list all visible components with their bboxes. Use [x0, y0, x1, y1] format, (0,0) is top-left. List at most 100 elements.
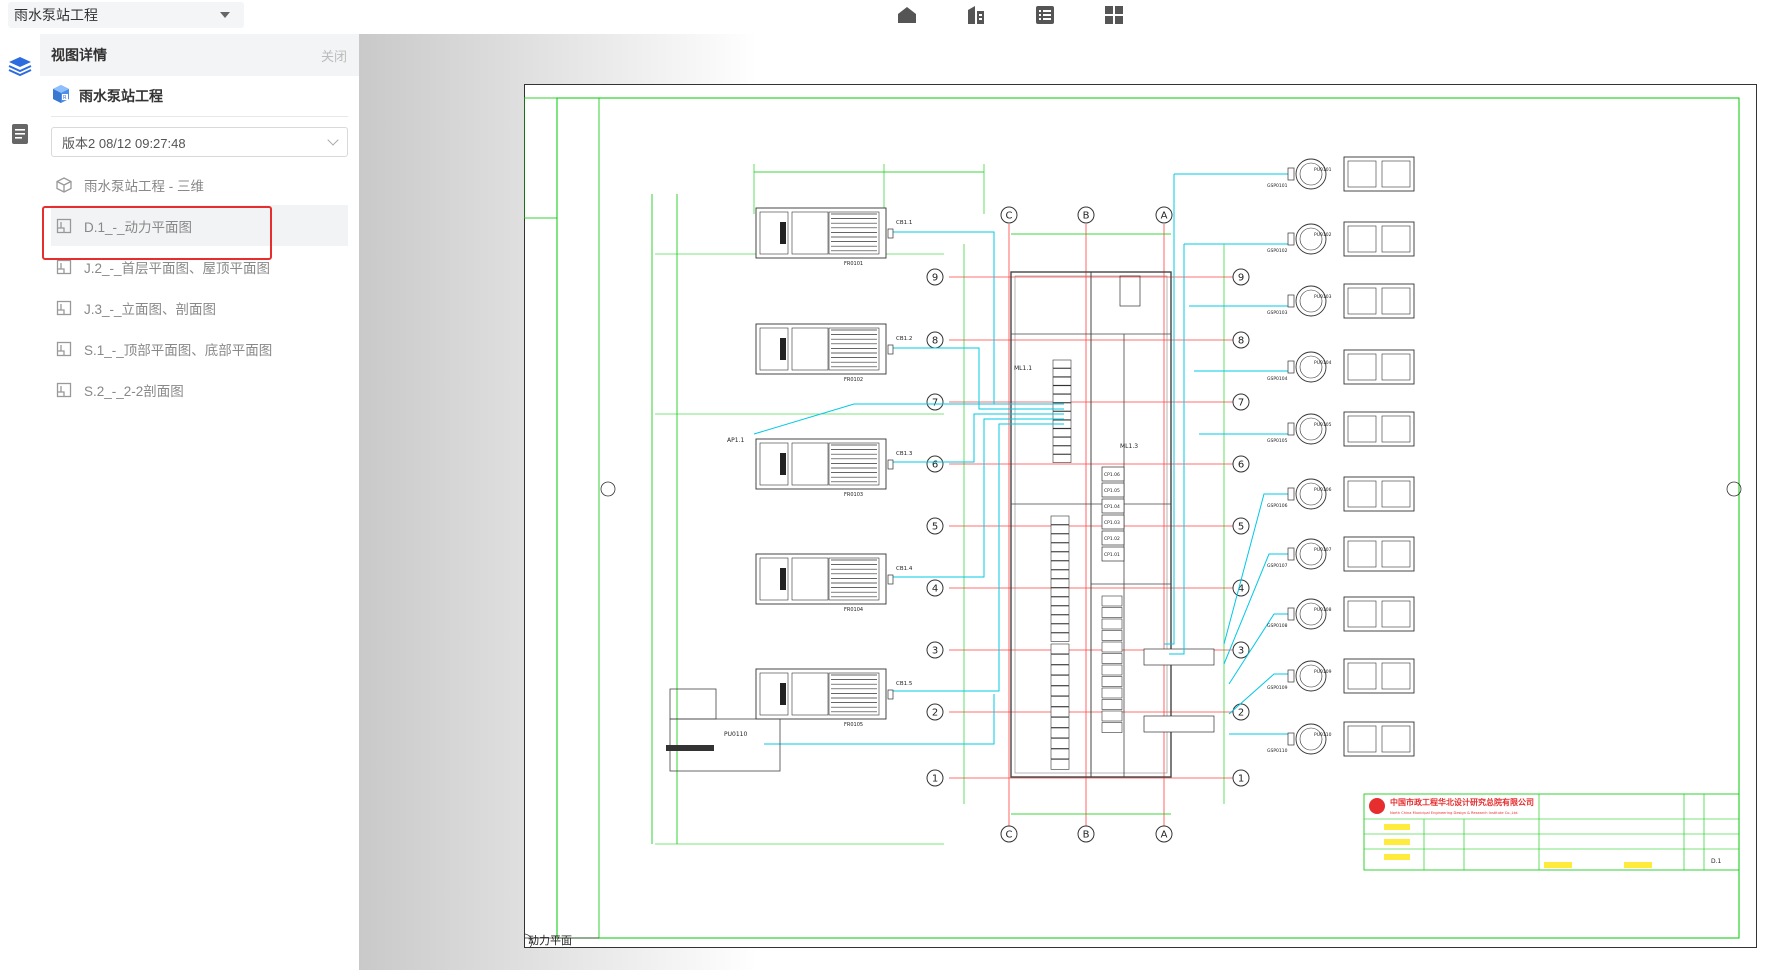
- grid-icon[interactable]: [1102, 3, 1126, 27]
- fan-motor: [780, 568, 786, 590]
- title-block: 中国市政工程华北设计研究总院有限公司 North China Municipal…: [1363, 793, 1740, 871]
- close-button[interactable]: 关闭: [321, 46, 347, 65]
- cabinet-unit: [1101, 676, 1123, 687]
- fan-motor: [780, 453, 786, 475]
- view-item-j2[interactable]: J.2_-_首层平面图、屋顶平面图: [51, 246, 348, 287]
- fan-switch: [887, 459, 894, 470]
- view-item-j3[interactable]: J.3_-_立面图、剖面图: [51, 287, 348, 328]
- cabinet-unit: [1050, 533, 1070, 543]
- cabinet-unit: [1050, 727, 1070, 739]
- project-row: R 雨水泵站工程: [51, 76, 348, 117]
- cabinet-unit: [1101, 710, 1123, 722]
- drawing-viewer[interactable]: 998877665544332211 CCBBAA CP1.06 CP1.05 CP…: [359, 34, 1782, 970]
- cube-icon: [54, 175, 74, 195]
- chevron-down-icon: [327, 134, 339, 146]
- cabinet-unit: [1050, 578, 1070, 588]
- grid-row-label: 4: [932, 584, 938, 595]
- project-select-value: 雨水泵站工程: [14, 7, 98, 23]
- cabinet-unit: [1101, 722, 1123, 733]
- pump-outer: [1295, 723, 1327, 755]
- pump-tag: PU0107: [1314, 547, 1332, 553]
- cabinet-unit: [1050, 738, 1070, 749]
- grid-row-label: 2: [932, 708, 938, 719]
- grid-column-label: B: [1083, 830, 1090, 841]
- misc-label: AP1.1: [727, 437, 744, 444]
- pump-tank: [1343, 156, 1415, 192]
- pump-box-tag: GSP0102: [1267, 248, 1288, 254]
- cabinet-unit: [1050, 515, 1070, 525]
- grid-row-label: 8: [1238, 336, 1244, 347]
- title-block-company-en: North China Municipal Engineering Design…: [1390, 811, 1519, 815]
- pump-control-box: [1287, 607, 1295, 621]
- cabinet-unit: [1052, 445, 1072, 455]
- pump-tag: PU0104: [1314, 360, 1332, 366]
- pump-tag: PU0105: [1314, 422, 1332, 428]
- pump-outer: [1295, 538, 1327, 570]
- panel-header: 视图详情 关闭: [40, 34, 359, 76]
- drawing-sheet-icon: [54, 339, 74, 359]
- fan-motor: [780, 222, 786, 244]
- pump-tank: [1343, 411, 1415, 447]
- version-value: 版本2 08/12 09:27:48: [62, 135, 186, 151]
- cabinet-unit: [1050, 551, 1070, 561]
- project-select[interactable]: 雨水泵站工程: [8, 2, 244, 28]
- cabinet-unit: [1050, 717, 1070, 728]
- layers-icon[interactable]: [7, 54, 33, 80]
- control-panel-tag: CP1.01: [1104, 552, 1120, 558]
- grid-row-label: 7: [1238, 398, 1244, 409]
- panel-title: 视图详情: [51, 47, 107, 63]
- project-cube-icon: R: [51, 84, 71, 109]
- view-item-s1[interactable]: S.1_-_顶部平面图、底部平面图: [51, 328, 348, 369]
- grid-row-label: 9: [932, 273, 938, 284]
- grid-row-label: 6: [1238, 460, 1244, 471]
- building-icon[interactable]: [964, 3, 988, 27]
- pump-box-tag: GSP0108: [1267, 623, 1288, 629]
- cabinet-unit: [1101, 699, 1123, 710]
- title-block-company: 中国市政工程华北设计研究总院有限公司: [1390, 797, 1534, 807]
- view-item-3d[interactable]: 雨水泵站工程 - 三维: [51, 164, 348, 205]
- pump-outer: [1295, 413, 1327, 445]
- fan-tag: FR0102: [844, 377, 863, 383]
- cabinet-unit: [1050, 685, 1070, 697]
- pump-box-tag: GSP0101: [1267, 183, 1288, 189]
- grid-row-label: 8: [932, 336, 938, 347]
- pump-control-box: [1287, 422, 1295, 436]
- cabinet-unit: [1050, 587, 1070, 597]
- drawing-sheet-icon: [54, 257, 74, 277]
- pump-tag: PU0102: [1314, 232, 1332, 238]
- pump-box-tag: GSP0104: [1267, 376, 1288, 382]
- drawing-sheet-icon: [54, 380, 74, 400]
- fan-label: CB1.5: [896, 681, 913, 687]
- version-select[interactable]: 版本2 08/12 09:27:48: [51, 127, 348, 157]
- grid-row-label: 1: [1238, 774, 1244, 785]
- grid-row-label: 5: [1238, 522, 1244, 533]
- misc-label: PU0110: [724, 731, 747, 738]
- pump-control-box: [1287, 732, 1295, 746]
- pump-tag: PU0103: [1314, 294, 1332, 300]
- list-icon[interactable]: [1033, 3, 1057, 27]
- fan-switch: [887, 689, 894, 700]
- grid-row-label: 7: [932, 398, 938, 409]
- view-item-d1[interactable]: D.1_-_动力平面图: [51, 205, 348, 246]
- drawing-sheet[interactable]: 998877665544332211 CCBBAA CP1.06 CP1.05 CP…: [524, 84, 1757, 948]
- cable-note-box: [1143, 715, 1215, 733]
- caret-down-icon: [220, 12, 230, 18]
- cabinet-unit: [1101, 618, 1123, 630]
- view-item-label: S.1_-_顶部平面图、底部平面图: [84, 342, 273, 358]
- grid-row-label: 3: [932, 646, 938, 657]
- pump-tag: PU0101: [1314, 167, 1332, 173]
- view-details-panel: 视图详情 关闭 R 雨水泵站工程 版本2 08/12 09:27:48 雨水泵站…: [40, 34, 359, 970]
- cabinet-unit: [1101, 687, 1123, 699]
- pump-control-box: [1287, 167, 1295, 181]
- grid-row-label: 1: [932, 774, 938, 785]
- title-block-sheet-no: D.1: [1711, 858, 1722, 865]
- pump-tag: PU0108: [1314, 607, 1332, 613]
- pump-control-box: [1287, 487, 1295, 501]
- view-item-s2[interactable]: S.2_-_2-2剖面图: [51, 369, 348, 410]
- fan-switch: [887, 574, 894, 585]
- document-icon[interactable]: [7, 121, 33, 147]
- home-icon[interactable]: [895, 3, 919, 27]
- cabinet-unit: [1050, 623, 1070, 633]
- fan-label: CB1.3: [896, 451, 913, 457]
- pump-control-box: [1287, 294, 1295, 308]
